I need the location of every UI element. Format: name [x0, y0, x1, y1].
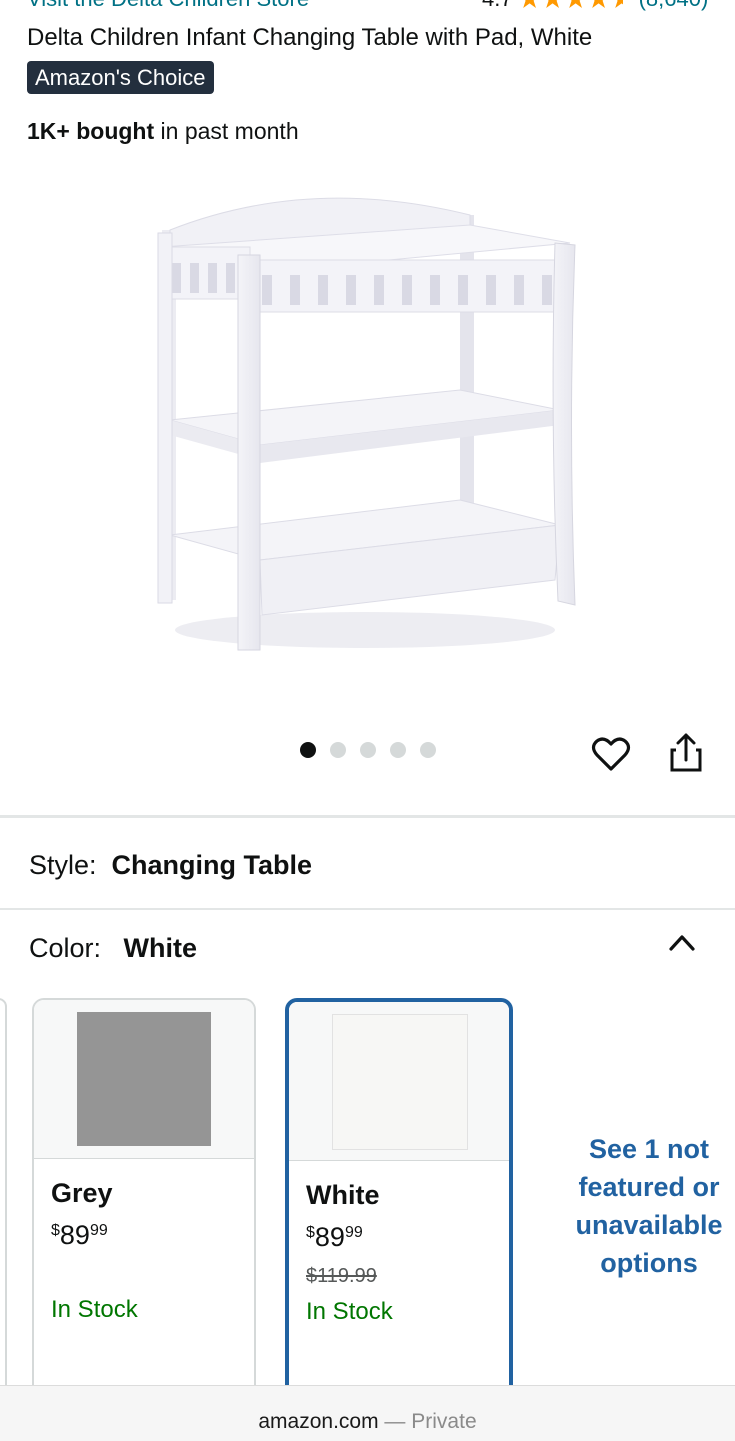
swatch-card-grey[interactable]: Grey $8999 In Stock — [32, 998, 256, 1402]
carousel-dot[interactable] — [300, 742, 316, 758]
color-selector[interactable]: Color: White — [29, 933, 197, 964]
carousel-dot[interactable] — [330, 742, 346, 758]
swatch-price: $8999 — [306, 1222, 363, 1252]
swatch-image-area — [289, 1002, 509, 1161]
url-domain: amazon.com — [258, 1410, 379, 1433]
bought-in-past-month: 1K+ bought in past month — [27, 118, 299, 145]
amazons-choice-badge: Amazon's Choice — [27, 61, 214, 94]
color-value: White — [123, 933, 198, 963]
rating-value: 4.7 — [482, 0, 513, 12]
style-label: Style: — [29, 850, 97, 880]
rating-summary[interactable]: 4.7 (8,640) — [482, 0, 708, 12]
see-unavailable-options-link[interactable]: See 1 not featured or unavailable option… — [560, 1130, 735, 1282]
style-selector[interactable]: Style: Changing Table — [29, 850, 312, 881]
star-icon — [519, 0, 541, 9]
carousel-dot[interactable] — [360, 742, 376, 758]
carousel-dot[interactable] — [420, 742, 436, 758]
swatch-name: White — [306, 1180, 380, 1210]
bought-count: 1K+ bought — [27, 118, 155, 144]
color-label: Color: — [29, 933, 102, 963]
image-carousel-dots[interactable] — [300, 742, 436, 758]
section-divider — [0, 908, 735, 910]
url-display[interactable]: amazon.com — Private — [0, 1410, 735, 1434]
share-button[interactable] — [664, 730, 708, 774]
swatch-name: Grey — [51, 1178, 113, 1208]
list-price: $119.99 — [306, 1265, 377, 1287]
star-icon — [588, 0, 610, 9]
rating-count-link[interactable]: (8,640) — [639, 0, 709, 12]
section-divider — [0, 815, 735, 818]
color-swatch — [332, 1014, 468, 1150]
swatch-card-white[interactable]: White $8999 $119.99 In Stock — [285, 998, 513, 1406]
color-swatch — [77, 1012, 211, 1146]
product-image[interactable] — [150, 185, 590, 665]
star-rating-icon — [519, 0, 633, 10]
carousel-dot[interactable] — [390, 742, 406, 758]
share-icon — [670, 733, 702, 772]
bought-suffix: in past month — [154, 118, 299, 144]
swatch-image-area — [34, 1000, 254, 1159]
visit-store-link[interactable]: Visit the Delta Children Store — [27, 0, 309, 12]
half-star-icon — [611, 0, 633, 9]
chevron-up-icon[interactable] — [668, 932, 696, 952]
heart-icon — [591, 737, 631, 771]
star-icon — [565, 0, 587, 9]
swatch-price: $8999 — [51, 1220, 108, 1250]
wishlist-button[interactable] — [591, 734, 631, 774]
stock-status: In Stock — [306, 1298, 393, 1325]
star-icon — [542, 0, 564, 9]
swatch-card-partial[interactable] — [0, 998, 7, 1402]
style-value: Changing Table — [111, 850, 313, 880]
url-separator: — — [384, 1410, 406, 1433]
private-mode-label: Private — [411, 1410, 477, 1433]
stock-status: In Stock — [51, 1296, 138, 1323]
product-title: Delta Children Infant Changing Table wit… — [27, 24, 593, 51]
